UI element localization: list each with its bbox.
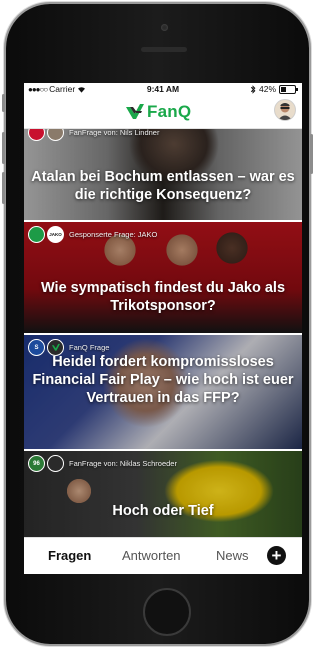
fanq-logo[interactable]: FanQ	[124, 102, 191, 122]
battery-percent: 42%	[258, 84, 276, 94]
card-meta: 96 FanFrage von: Niklas Schroeder	[28, 455, 177, 472]
tab-fragen[interactable]: Fragen	[48, 548, 91, 563]
question-card[interactable]: FanFrage von: Nils Lindner Atalan bei Bo…	[24, 129, 302, 220]
card-meta-text: Gesponserte Frage: JAKO	[69, 230, 158, 239]
card-meta: FanFrage von: Nils Lindner	[28, 129, 159, 141]
bottom-tab-bar: Fragen Antworten News +	[24, 537, 302, 574]
mute-switch	[2, 94, 5, 112]
question-feed: FanFrage von: Nils Lindner Atalan bei Bo…	[24, 129, 302, 537]
avatar-portrait-icon	[275, 100, 295, 120]
tab-news[interactable]: News	[216, 548, 249, 563]
volume-down-button	[2, 172, 5, 204]
home-button[interactable]	[143, 588, 191, 636]
hannover-badge-icon: 96	[28, 455, 45, 472]
volume-up-button	[2, 132, 5, 164]
profile-avatar[interactable]	[274, 99, 296, 121]
card-title: Atalan bei Bochum entlassen – war es die…	[31, 169, 295, 203]
earpiece-speaker	[141, 47, 187, 52]
tab-antworten[interactable]: Antworten	[122, 548, 181, 563]
card-meta-text: FanQ Frage	[69, 343, 110, 352]
bluetooth-icon	[250, 84, 256, 94]
card-title: Heidel fordert kompromissloses Financial…	[32, 354, 294, 406]
sponsor-badge-icon	[28, 226, 45, 243]
battery-level	[281, 86, 286, 92]
user-avatar-icon	[47, 129, 64, 141]
club-badge-icon	[28, 129, 45, 141]
power-button	[310, 134, 313, 174]
battery-icon	[279, 84, 298, 94]
user-avatar-icon	[47, 455, 64, 472]
add-question-button[interactable]: +	[267, 546, 286, 565]
question-card[interactable]: 96 FanFrage von: Niklas Schroeder Hoch o…	[24, 451, 302, 537]
jako-logo-icon: JAKO	[47, 226, 64, 243]
card-meta: JAKO Gesponserte Frage: JAKO	[28, 226, 157, 243]
card-title: Wie sympatisch findest du Jako als Triko…	[40, 280, 286, 314]
card-title: Hoch oder Tief	[112, 503, 214, 519]
app-header: FanQ	[24, 96, 302, 129]
brand-name: FanQ	[147, 102, 192, 121]
front-camera	[161, 24, 168, 31]
card-meta-text: FanFrage von: Niklas Schroeder	[69, 459, 177, 468]
question-card[interactable]: S FanQ Frage Heidel fordert kompromisslo…	[24, 335, 302, 449]
app-screen: ●●●○○ Carrier 9:41 AM 42% FanQ FanFrage …	[24, 83, 302, 574]
logo-mark-icon	[126, 104, 144, 119]
card-meta-text: FanFrage von: Nils Lindner	[69, 129, 160, 137]
question-card[interactable]: JAKO Gesponserte Frage: JAKO Wie sympati…	[24, 222, 302, 333]
status-right: 42%	[250, 84, 298, 94]
status-bar: ●●●○○ Carrier 9:41 AM 42%	[24, 83, 302, 96]
plus-icon: +	[271, 546, 282, 565]
